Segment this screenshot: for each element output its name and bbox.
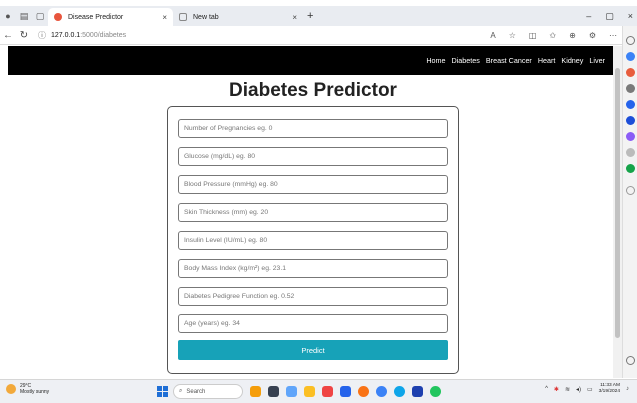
tab-title: Disease Predictor [68,13,124,21]
tab-disease-predictor[interactable]: Disease Predictor × [48,8,173,26]
chrome-app-icon[interactable] [358,386,369,397]
edge-active-app-icon[interactable] [430,386,441,397]
designer-icon[interactable] [626,132,635,141]
settings-gear-icon[interactable] [626,356,635,365]
taskbar-search-label: Search [186,388,206,395]
tab-new-tab[interactable]: New tab × [173,8,303,26]
url-path: :5000/diabetes [80,31,127,39]
search-icon: ⌕ [179,388,183,394]
tab-actions-icon[interactable]: ▢ [32,6,48,26]
address-bar[interactable]: ⓘ 127.0.0.1 :5000/diabetes [38,30,126,41]
favorite-star-icon[interactable]: ☆ [509,31,516,40]
predict-button[interactable]: Predict [178,340,448,360]
tools-icon[interactable] [626,84,635,93]
close-tab-icon[interactable]: × [292,13,297,22]
nav-link-kidney[interactable]: Kidney [561,56,583,65]
age-input[interactable]: Age (years) eg. 34 [178,314,448,333]
site-info-icon[interactable]: ⓘ [38,30,46,41]
scrollbar-thumb[interactable] [615,68,620,338]
office-icon[interactable] [626,116,635,125]
weather-widget[interactable]: 29°C Mostly sunny [6,383,49,395]
page-title: Diabetes Predictor [229,80,397,101]
site-navbar: Home Diabetes Breast Cancer Heart Kidney… [8,46,613,75]
page-scrollbar[interactable] [613,46,622,378]
copilot-icon[interactable] [626,52,635,61]
system-tray: ^ ✱ ≋ ◂) ▭ 11:33 AM 3/19/2024 ♪ [545,383,629,395]
app-icon[interactable] [376,386,387,397]
shopping-icon[interactable] [626,68,635,77]
window-controls: – ▢ × [586,6,633,26]
nav-link-heart[interactable]: Heart [538,56,556,65]
url-host: 127.0.0.1 [51,31,81,39]
weather-desc: Mostly sunny [20,389,50,395]
task-view-icon[interactable] [268,386,279,397]
tab-title: New tab [193,13,219,21]
edge-app-icon[interactable] [394,386,405,397]
browser-essentials-icon[interactable]: ⊕ [569,31,576,40]
sun-icon [6,384,16,394]
vscode-app-icon[interactable] [340,386,351,397]
games-icon[interactable] [626,100,635,109]
clock-date: 3/19/2024 [598,389,620,394]
nav-link-diabetes[interactable]: Diabetes [452,56,480,65]
split-screen-icon[interactable]: ◫ [529,31,537,40]
brave-app-icon[interactable] [322,386,333,397]
site-favicon-icon [54,13,62,21]
tray-app-icon[interactable]: ✱ [554,386,559,393]
refresh-icon[interactable]: ↻ [16,30,32,41]
blood-pressure-input[interactable]: Blood Pressure (mmHg) eg. 80 [178,175,448,194]
browser-side-panel [622,26,637,378]
file-explorer-icon[interactable] [304,386,315,397]
favorites-icon[interactable]: ✩ [549,31,556,40]
taskbar-search[interactable]: ⌕ Search [173,384,243,399]
maximize-button[interactable]: ▢ [605,11,614,22]
close-window-button[interactable]: × [628,11,633,21]
add-icon[interactable] [626,186,635,195]
read-aloud-icon[interactable]: A [490,31,495,40]
chevron-up-icon[interactable]: ^ [545,386,548,392]
pedigree-function-input[interactable]: Diabetes Pedigree Function eg. 0.52 [178,287,448,306]
address-bar-actions: A ☆ ◫ ✩ ⊕ ⚙ ⋯ [490,26,617,45]
diabetes-form: Number of Pregnancies eg. 0 Glucose (mg/… [167,106,459,374]
minimize-button[interactable]: – [586,11,591,21]
battery-icon[interactable]: ▭ [587,386,593,393]
collections-icon[interactable]: ▤ [16,6,32,26]
new-tab-button[interactable]: + [307,10,313,22]
wifi-icon[interactable]: ≋ [565,386,570,393]
outlook-icon[interactable] [626,164,635,173]
nav-link-home[interactable]: Home [426,56,445,65]
glucose-input[interactable]: Glucose (mg/dL) eg. 80 [178,147,448,166]
extensions-icon[interactable]: ⚙ [589,31,596,40]
nav-link-breast-cancer[interactable]: Breast Cancer [486,56,532,65]
notification-bell-icon[interactable]: ♪ [626,386,629,392]
new-tab-favicon-icon [179,13,187,21]
browser-tab-bar: ● ▤ ▢ Disease Predictor × New tab × + – … [0,6,637,26]
insulin-input[interactable]: Insulin Level (IU/mL) eg. 80 [178,231,448,250]
close-tab-icon[interactable]: × [162,13,167,22]
volume-icon[interactable]: ◂) [576,386,581,393]
start-windows-icon[interactable] [157,386,168,397]
copilot-app-icon[interactable] [286,386,297,397]
search-icon[interactable] [626,36,635,45]
store-app-icon[interactable] [412,386,423,397]
skin-thickness-input[interactable]: Skin Thickness (mm) eg. 20 [178,203,448,222]
widgets-app-icon[interactable] [250,386,261,397]
profile-icon[interactable]: ● [0,6,16,26]
clock[interactable]: 11:33 AM 3/19/2024 [599,383,620,395]
more-options-icon[interactable]: ⋯ [609,31,617,40]
nav-link-liver[interactable]: Liver [589,56,605,65]
bmi-input[interactable]: Body Mass Index (kg/m²) eg. 23.1 [178,259,448,278]
back-arrow-icon[interactable]: ← [0,30,16,41]
wikipedia-icon[interactable] [626,148,635,157]
windows-taskbar: 29°C Mostly sunny ⌕ Search ^ ✱ ≋ ◂) ▭ 11… [0,379,637,403]
address-bar-row: ← ↻ ⓘ 127.0.0.1 :5000/diabetes A ☆ ◫ ✩ ⊕… [0,26,637,45]
pregnancies-input[interactable]: Number of Pregnancies eg. 0 [178,119,448,138]
